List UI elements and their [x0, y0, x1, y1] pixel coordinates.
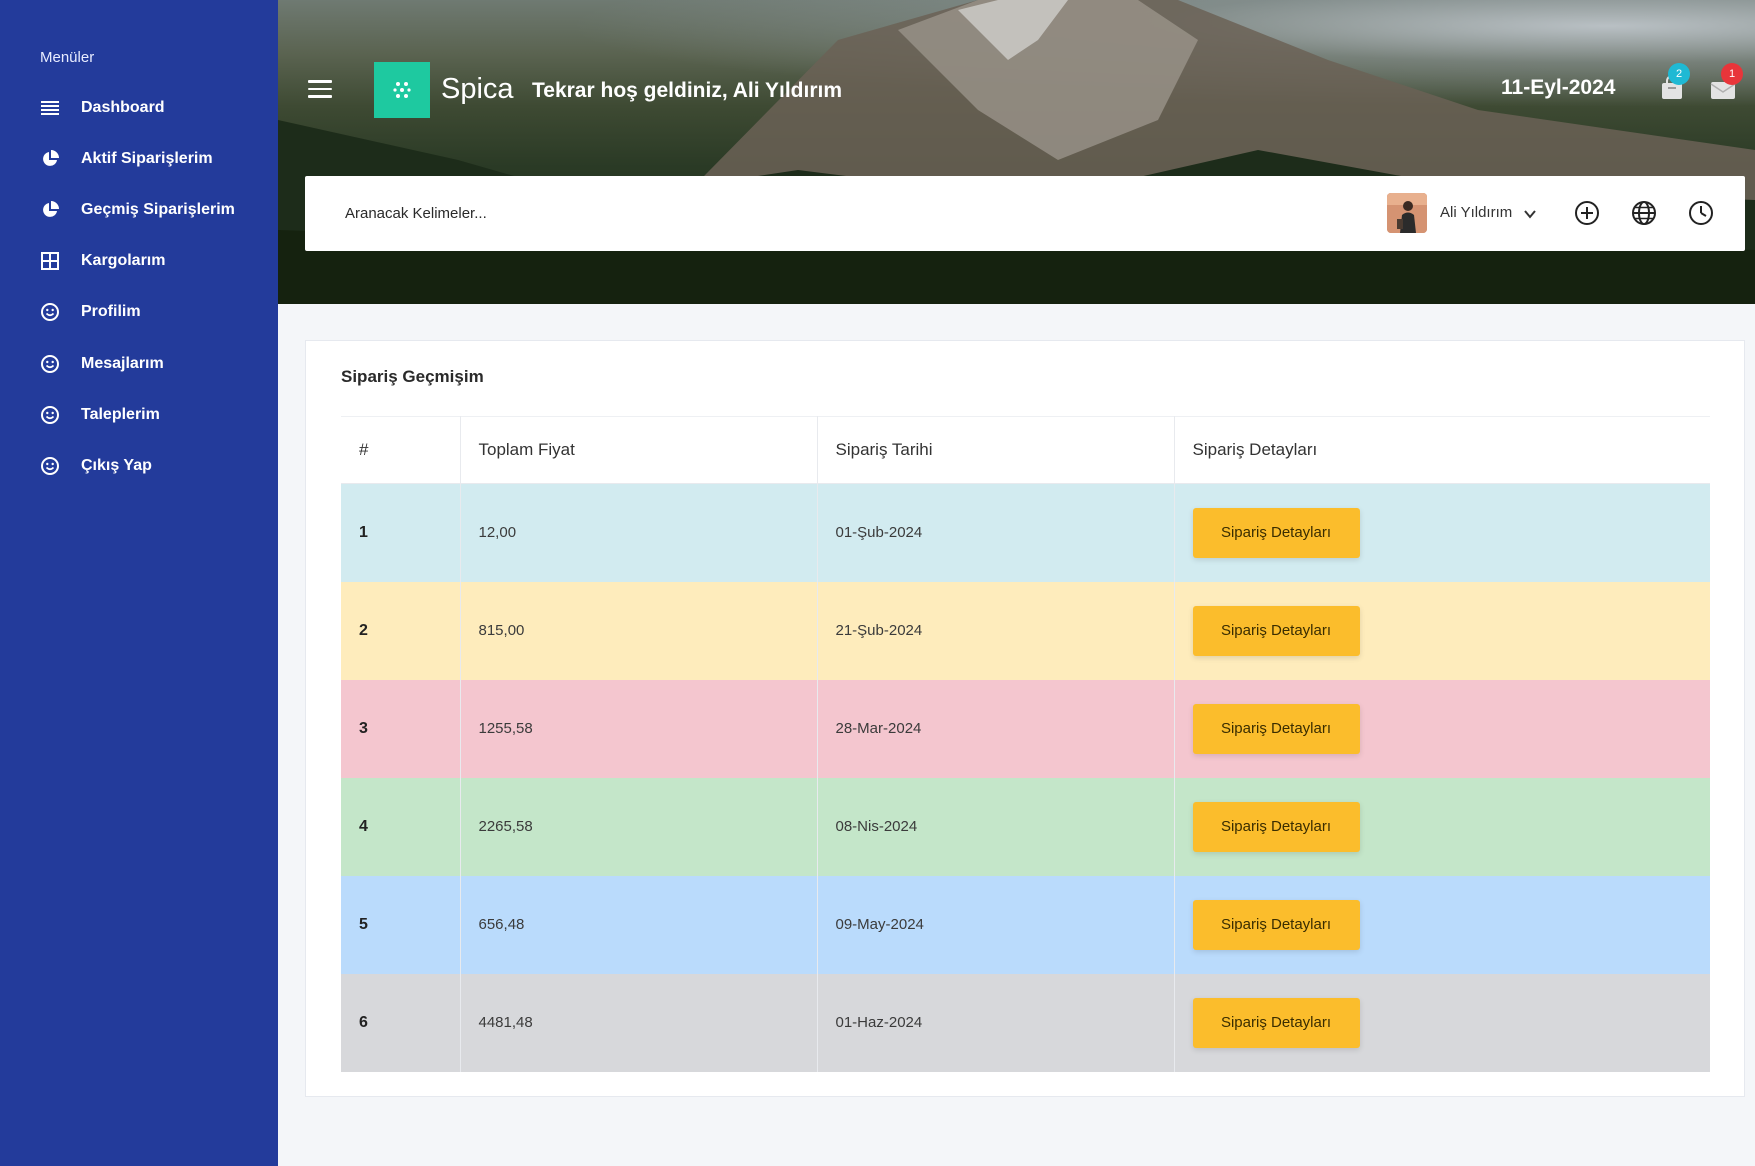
mountain-background-image [278, 0, 1755, 304]
table-row: 1 12,00 01-Şub-2024 Sipariş Detayları [341, 483, 1710, 582]
order-number: 3 [341, 679, 461, 778]
column-header: # [341, 416, 461, 484]
table-row: 4 2265,58 08-Nis-2024 Sipariş Detayları [341, 777, 1710, 876]
order-date: 08-Nis-2024 [817, 777, 1175, 876]
history-button[interactable] [1687, 199, 1715, 227]
add-button[interactable] [1573, 199, 1601, 227]
card-title: Sipariş Geçmişim [341, 367, 484, 386]
sidebar-item-requests[interactable]: Taleplerim [0, 389, 278, 440]
avatar[interactable] [1387, 193, 1427, 233]
welcome-message: Tekrar hoş geldiniz, Ali Yıldırım [532, 79, 843, 102]
brand-name: Spica [441, 73, 514, 105]
globe-icon [1632, 201, 1656, 225]
table-row: 5 656,48 09-May-2024 Sipariş Detayları [341, 875, 1710, 974]
mail-badge: 1 [1721, 63, 1743, 85]
order-number: 1 [341, 483, 461, 582]
order-date: 01-Haz-2024 [817, 973, 1175, 1072]
order-date: 28-Mar-2024 [817, 679, 1175, 778]
sidebar-item-messages[interactable]: Mesajlarım [0, 338, 278, 389]
table-header-row: # Toplam Fiyat Sipariş Tarihi Sipariş De… [341, 416, 1710, 484]
current-date: 11-Eyl-2024 [1501, 76, 1616, 99]
sidebar-item-logout[interactable]: Çıkış Yap [0, 440, 278, 491]
sidebar-item-label: Aktif Siparişlerim [81, 149, 213, 167]
list-icon [40, 98, 60, 118]
order-number: 6 [341, 973, 461, 1072]
smile-icon [40, 456, 60, 476]
order-details-cell: Sipariş Detayları [1174, 974, 1710, 1072]
order-date: 09-May-2024 [817, 875, 1175, 974]
sidebar-item-label: Profilim [81, 303, 141, 321]
sidebar-menu: Dashboard Aktif Siparişlerim Geçmiş Sipa… [0, 82, 278, 492]
sidebar-item-shipments[interactable]: Kargolarım [0, 236, 278, 287]
order-history-card: Sipariş Geçmişim # Toplam Fiyat Sipariş … [305, 340, 1745, 1097]
table-row: 6 4481,48 01-Haz-2024 Sipariş Detayları [341, 973, 1710, 1072]
order-total-price: 656,48 [460, 875, 818, 974]
order-details-button[interactable]: Sipariş Detayları [1192, 801, 1360, 852]
column-header: Sipariş Tarihi [817, 416, 1175, 484]
table-row: 2 815,00 21-Şub-2024 Sipariş Detayları [341, 581, 1710, 680]
plus-circle-icon [1575, 201, 1599, 225]
order-details-cell: Sipariş Detayları [1174, 876, 1710, 974]
search-input[interactable] [345, 198, 945, 228]
chevron-down-icon[interactable] [1522, 206, 1538, 222]
order-date: 21-Şub-2024 [817, 581, 1175, 680]
pie-chart-icon [40, 149, 60, 169]
sidebar-title: Menüler [40, 49, 95, 66]
order-number: 4 [341, 777, 461, 876]
table-row: 3 1255,58 28-Mar-2024 Sipariş Detayları [341, 679, 1710, 778]
grid-icon [40, 251, 60, 271]
order-details-button[interactable]: Sipariş Detayları [1192, 997, 1360, 1048]
column-header: Sipariş Detayları [1174, 416, 1710, 484]
order-details-cell: Sipariş Detayları [1174, 582, 1710, 680]
order-total-price: 2265,58 [460, 777, 818, 876]
clock-icon [1689, 201, 1713, 225]
sidebar-item-profile[interactable]: Profilim [0, 287, 278, 338]
sidebar-item-label: Kargolarım [81, 252, 166, 270]
column-header: Toplam Fiyat [460, 416, 818, 484]
hamburger-menu-button[interactable] [308, 80, 332, 98]
orders-table: # Toplam Fiyat Sipariş Tarihi Sipariş De… [341, 416, 1710, 1072]
sidebar-item-dashboard[interactable]: Dashboard [0, 82, 278, 133]
smile-icon [40, 405, 60, 425]
order-date: 01-Şub-2024 [817, 483, 1175, 582]
order-details-button[interactable]: Sipariş Detayları [1192, 899, 1360, 950]
order-total-price: 4481,48 [460, 973, 818, 1072]
order-details-cell: Sipariş Detayları [1174, 484, 1710, 582]
sidebar-item-label: Taleplerim [81, 405, 160, 423]
order-details-button[interactable]: Sipariş Detayları [1192, 703, 1360, 754]
sidebar-item-active-orders[interactable]: Aktif Siparişlerim [0, 133, 278, 184]
user-name[interactable]: Ali Yıldırım [1440, 204, 1512, 221]
smile-icon [40, 354, 60, 374]
order-details-cell: Sipariş Detayları [1174, 778, 1710, 876]
order-total-price: 12,00 [460, 483, 818, 582]
search-bar: Ali Yıldırım [305, 176, 1745, 251]
cart-button[interactable]: 2 [1660, 63, 1690, 104]
order-total-price: 815,00 [460, 581, 818, 680]
pie-chart-icon [40, 200, 60, 220]
mail-button[interactable]: 1 [1710, 63, 1743, 104]
sidebar-item-label: Çıkış Yap [81, 456, 152, 474]
order-number: 5 [341, 875, 461, 974]
order-total-price: 1255,58 [460, 679, 818, 778]
language-button[interactable] [1630, 199, 1658, 227]
order-details-button[interactable]: Sipariş Detayları [1192, 605, 1360, 656]
sidebar-item-label: Dashboard [81, 98, 165, 116]
header: Spica Tekrar hoş geldiniz, Ali Yıldırım … [278, 0, 1755, 304]
sidebar-item-label: Geçmiş Siparişlerim [81, 200, 235, 218]
logo[interactable] [374, 62, 430, 118]
cart-badge: 2 [1668, 63, 1690, 85]
order-details-cell: Sipariş Detayları [1174, 680, 1710, 778]
smile-icon [40, 302, 60, 322]
order-number: 2 [341, 581, 461, 680]
sidebar: Menüler Dashboard Aktif Siparişlerim Geç… [0, 0, 278, 1166]
avatar-image [1387, 193, 1427, 233]
order-details-button[interactable]: Sipariş Detayları [1192, 507, 1360, 558]
sidebar-item-past-orders[interactable]: Geçmiş Siparişlerim [0, 184, 278, 235]
logo-dots-icon [393, 82, 411, 98]
sidebar-item-label: Mesajlarım [81, 354, 164, 372]
